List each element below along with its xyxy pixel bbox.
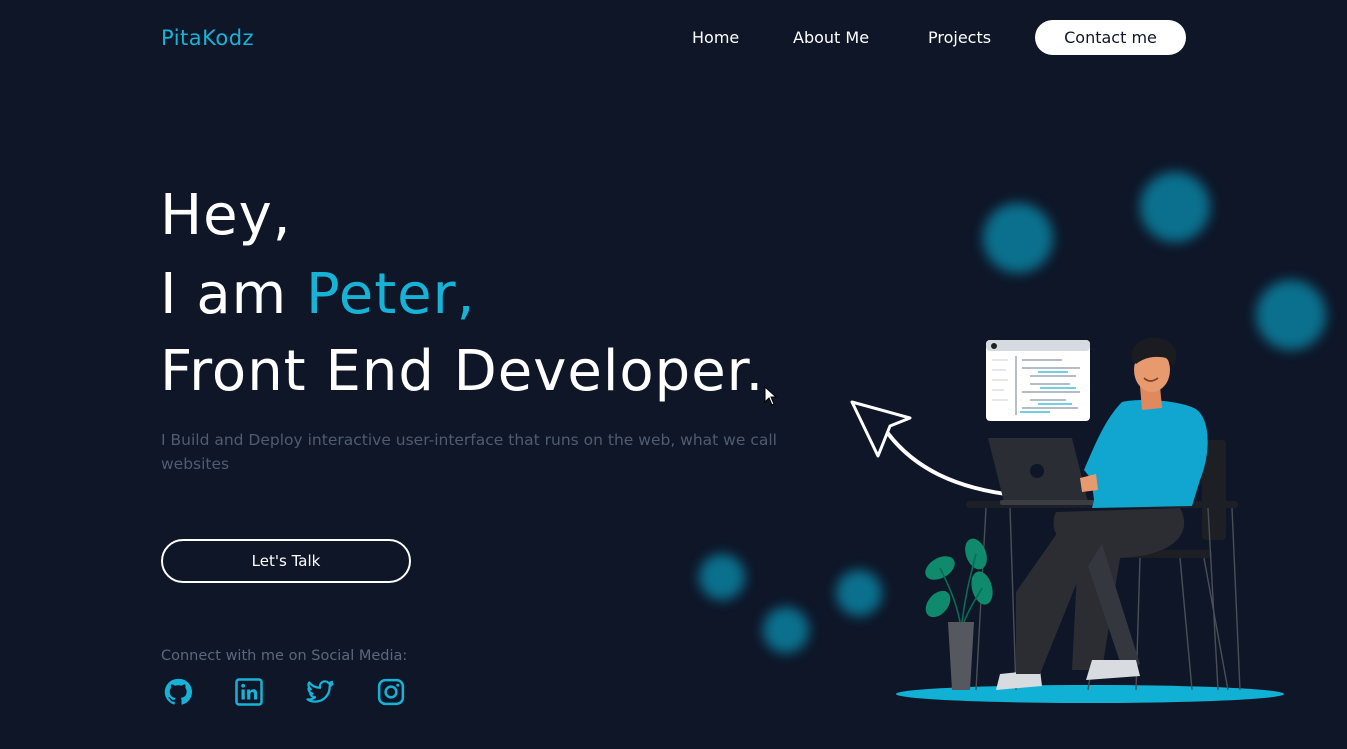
linkedin-icon[interactable] [234,677,264,707]
plant-pot [948,622,974,690]
hero-role: Front End Developer. [160,339,765,404]
contact-button[interactable]: Contact me [1035,20,1186,55]
hero-name: Peter, [305,262,476,327]
glow-blob [699,554,745,600]
nav-about-link[interactable]: About Me [793,28,869,47]
page: PitaKodz Home About Me Projects Contact … [0,0,1347,749]
person-hand [1080,474,1098,492]
mouse-cursor-icon [764,386,778,406]
glow-blob [983,203,1053,273]
nav-projects-link[interactable]: Projects [928,28,991,47]
social-links [163,677,406,707]
social-caption: Connect with me on Social Media: [161,648,408,664]
site-logo[interactable]: PitaKodz [161,26,254,50]
glow-blob [1140,172,1210,242]
lets-talk-button[interactable]: Let's Talk [161,539,411,583]
hero-intro-prefix: I am [160,262,306,327]
hero-description: I Build and Deploy interactive user-inte… [161,431,777,473]
nav-home-link[interactable]: Home [692,28,739,47]
person-shoe [1086,660,1140,680]
glow-blob [763,607,809,653]
developer-illustration [850,337,1284,703]
hero-greeting: Hey, [160,183,292,248]
instagram-icon[interactable] [376,677,406,707]
hero-intro: I am Peter, [160,267,475,323]
twitter-icon[interactable] [305,677,335,707]
github-icon[interactable] [163,677,193,707]
